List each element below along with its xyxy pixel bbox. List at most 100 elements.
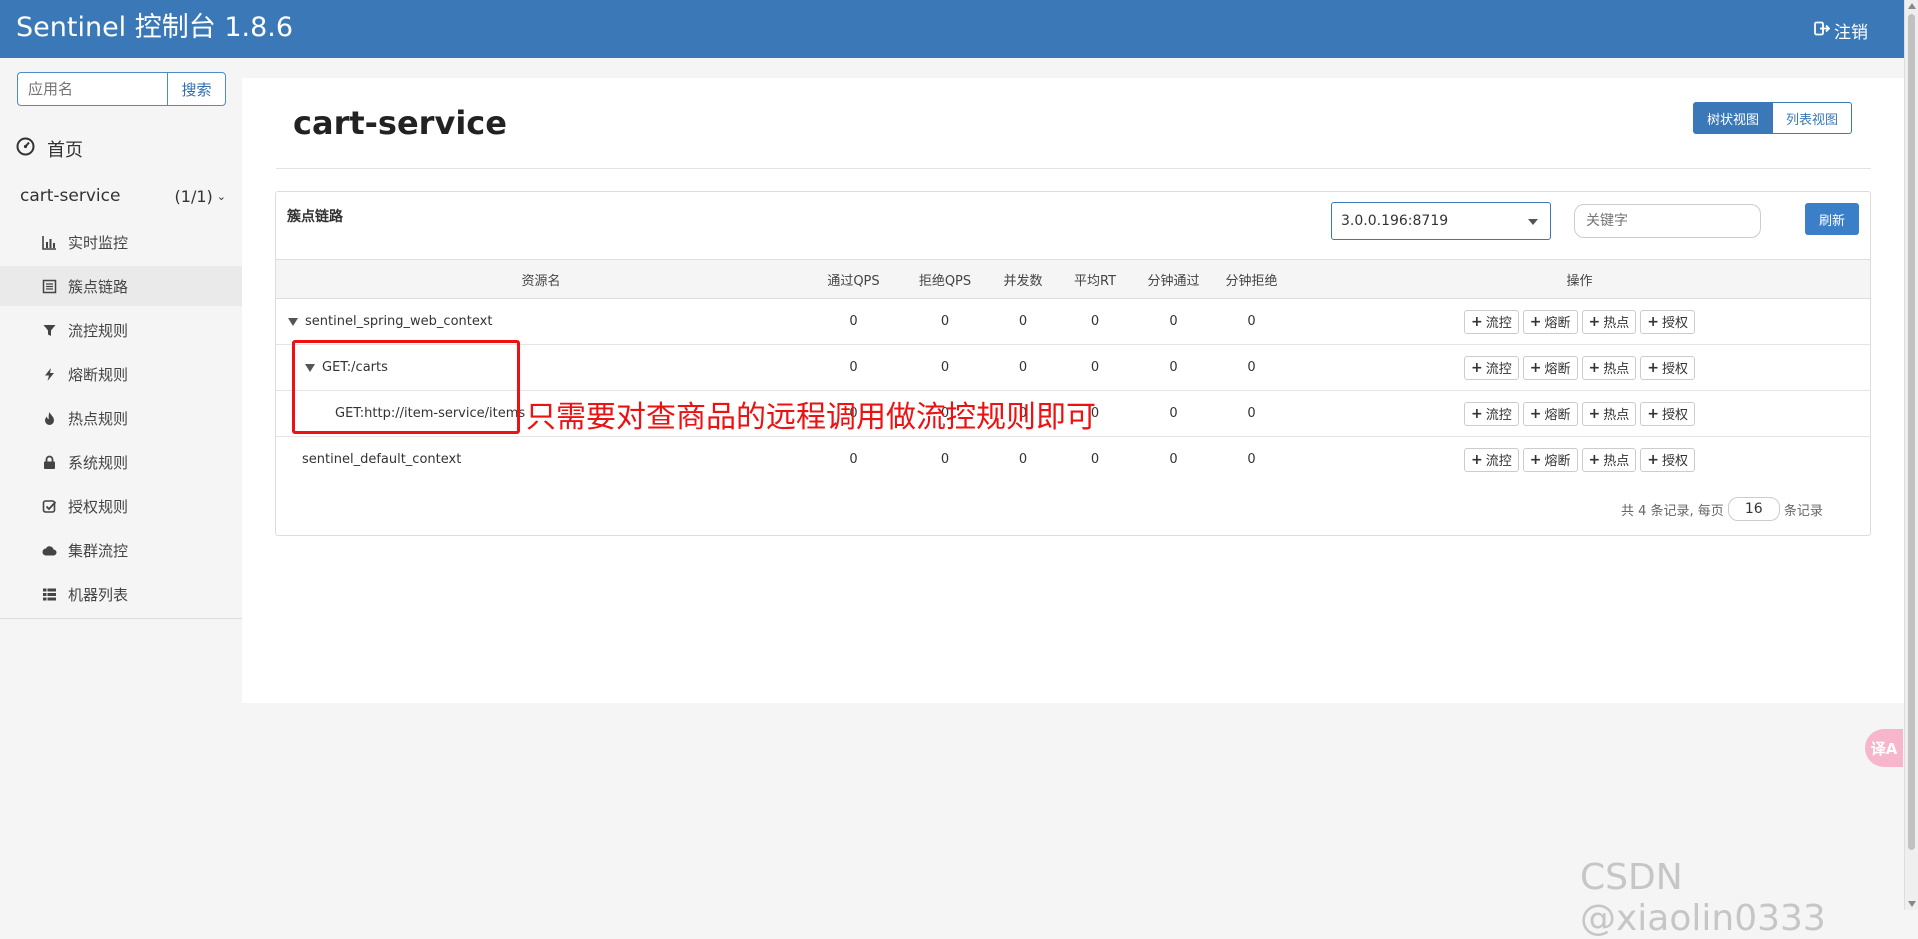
tree-view-button[interactable]: 树状视图	[1693, 102, 1774, 134]
add-hotspot-rule-button[interactable]: + 热点	[1581, 355, 1637, 380]
add-degrade-rule-button[interactable]: + 熔断	[1522, 309, 1578, 334]
plus-icon: +	[1588, 359, 1601, 376]
top-navbar: Sentinel 控制台 1.8.6 注销	[0, 0, 1904, 58]
col-threads: 并发数	[989, 259, 1057, 299]
sidebar-item-machine-list[interactable]: 机器列表	[0, 574, 242, 614]
button-label: 流控	[1485, 454, 1512, 469]
button-label: 熔断	[1544, 454, 1571, 469]
add-hotspot-rule-button[interactable]: + 热点	[1581, 447, 1637, 472]
sidebar-item-realtime-monitor[interactable]: 实时监控	[0, 222, 242, 262]
add-flow-rule-button[interactable]: + 流控	[1464, 447, 1519, 472]
add-flow-rule-button[interactable]: + 流控	[1464, 401, 1519, 426]
col-resource-name: 资源名	[276, 259, 806, 299]
sidebar-item-degrade-rules[interactable]: 熔断规则	[0, 354, 242, 394]
plus-icon: +	[1588, 313, 1601, 330]
button-label: 热点	[1603, 362, 1630, 377]
scrollbar-thumb[interactable]	[1908, 14, 1915, 850]
sidebar-item-authority-rules[interactable]: 授权规则	[0, 486, 242, 526]
app-group-cart-service[interactable]: cart-service (1/1) ⌄	[20, 182, 226, 210]
add-hotspot-rule-button[interactable]: + 热点	[1581, 401, 1637, 426]
col-minute-pass: 分钟通过	[1133, 259, 1214, 299]
add-degrade-rule-button[interactable]: + 熔断	[1522, 401, 1578, 426]
keyword-input[interactable]	[1574, 204, 1761, 238]
minute-pass-cell: 0	[1133, 390, 1214, 437]
app-search-input[interactable]	[17, 72, 167, 106]
add-authority-rule-button[interactable]: + 授权	[1640, 447, 1695, 472]
plus-icon: +	[1529, 451, 1542, 468]
sidebar-item-system-rules[interactable]: 系统规则	[0, 442, 242, 482]
add-flow-rule-button[interactable]: + 流控	[1464, 309, 1519, 334]
sign-out-icon	[1814, 21, 1831, 41]
button-label: 熔断	[1544, 362, 1571, 377]
cloud-icon	[40, 541, 58, 559]
add-degrade-rule-button[interactable]: + 熔断	[1522, 355, 1578, 380]
button-label: 授权	[1661, 316, 1688, 331]
caret-down-icon	[1528, 219, 1538, 225]
add-flow-rule-button[interactable]: + 流控	[1464, 355, 1519, 380]
col-actions: 操作	[1289, 259, 1870, 299]
fire-icon	[40, 409, 58, 427]
avg-rt-cell: 0	[1090, 452, 1100, 467]
row-actions: + 流控 + 熔断 + 热点 + 授权	[1289, 447, 1870, 472]
actions-cell: + 流控 + 熔断 + 热点 + 授权	[1289, 344, 1870, 391]
sidebar: 搜索 首页 cart-service (1/1) ⌄ 实时监控 簇点链路 流控规…	[0, 58, 242, 910]
watermark: CSDN @xiaolin0333	[1580, 857, 1826, 939]
scroll-up-icon[interactable]	[1908, 3, 1916, 9]
table-row: sentinel_spring_web_context 0 0 0 0 0 0 …	[276, 298, 1870, 345]
button-label: 熔断	[1544, 408, 1571, 423]
th-list-icon	[40, 585, 58, 603]
avg-rt-cell: 0	[1057, 344, 1133, 391]
sidebar-item-home[interactable]: 首页	[16, 133, 236, 165]
lock-icon	[40, 453, 58, 471]
sidebar-item-cluster-chain[interactable]: 簇点链路	[0, 266, 242, 306]
page-title: cart-service	[293, 104, 507, 142]
translate-icon[interactable]: 译A	[1865, 729, 1903, 767]
page-scrollbar[interactable]	[1904, 0, 1918, 910]
pager-prefix: 共 4 条记录, 每页	[1621, 503, 1724, 519]
button-label: 热点	[1603, 454, 1630, 469]
block-qps-cell: 0	[901, 298, 989, 345]
sidebar-item-flow-rules[interactable]: 流控规则	[0, 310, 242, 350]
col-avg-rt: 平均RT	[1057, 259, 1133, 299]
search-button[interactable]: 搜索	[167, 72, 226, 106]
button-label: 熔断	[1544, 316, 1571, 331]
row-actions: + 流控 + 熔断 + 热点 + 授权	[1289, 309, 1870, 334]
plus-icon: +	[1529, 313, 1542, 330]
list-view-button[interactable]: 列表视图	[1773, 102, 1853, 134]
col-block-qps: 拒绝QPS	[901, 259, 989, 299]
bolt-icon	[40, 365, 58, 383]
add-authority-rule-button[interactable]: + 授权	[1640, 309, 1695, 334]
threads-cell: 0	[989, 344, 1057, 391]
refresh-button[interactable]: 刷新	[1805, 203, 1859, 235]
sidebar-item-cluster-flow[interactable]: 集群流控	[0, 530, 242, 570]
button-label: 授权	[1661, 408, 1688, 423]
table-row: sentinel_default_context 0 0 0 0 0 0 + 流控…	[276, 437, 1870, 483]
add-authority-rule-button[interactable]: + 授权	[1640, 401, 1695, 426]
plus-icon: +	[1529, 405, 1542, 422]
plus-icon: +	[1471, 405, 1483, 422]
page-size-input[interactable]	[1727, 497, 1780, 521]
sidebar-item-hotspot-rules[interactable]: 热点规则	[0, 398, 242, 438]
minute-block-cell: 0	[1214, 344, 1289, 391]
add-authority-rule-button[interactable]: + 授权	[1640, 355, 1695, 380]
pager-suffix: 条记录	[1783, 503, 1823, 519]
machine-select[interactable]: 3.0.0.196:8719	[1331, 202, 1551, 240]
minute-block-cell: 0	[1214, 390, 1289, 437]
menu-label: 机器列表	[68, 585, 129, 604]
minute-pass-cell: 0	[1133, 298, 1214, 345]
button-label: 流控	[1485, 362, 1512, 377]
add-hotspot-rule-button[interactable]: + 热点	[1581, 309, 1637, 334]
brand-title[interactable]: Sentinel 控制台 1.8.6	[16, 9, 293, 47]
caret-down-icon[interactable]	[288, 317, 298, 326]
pagination: 共 4 条记录, 每页 条记录	[1621, 497, 1823, 521]
add-degrade-rule-button[interactable]: + 熔断	[1522, 447, 1578, 472]
check-square-icon	[40, 497, 58, 515]
resource-name-cell: sentinel_default_context	[276, 437, 806, 483]
plus-icon: +	[1588, 405, 1601, 422]
threads-cell: 0	[1018, 452, 1028, 467]
actions-cell: + 流控 + 熔断 + 热点 + 授权	[1289, 298, 1870, 345]
logout-link[interactable]: 注销	[1814, 18, 1868, 43]
plus-icon: +	[1647, 451, 1659, 468]
row-actions: + 流控 + 熔断 + 热点 + 授权	[1289, 355, 1870, 380]
button-label: 授权	[1661, 362, 1688, 377]
